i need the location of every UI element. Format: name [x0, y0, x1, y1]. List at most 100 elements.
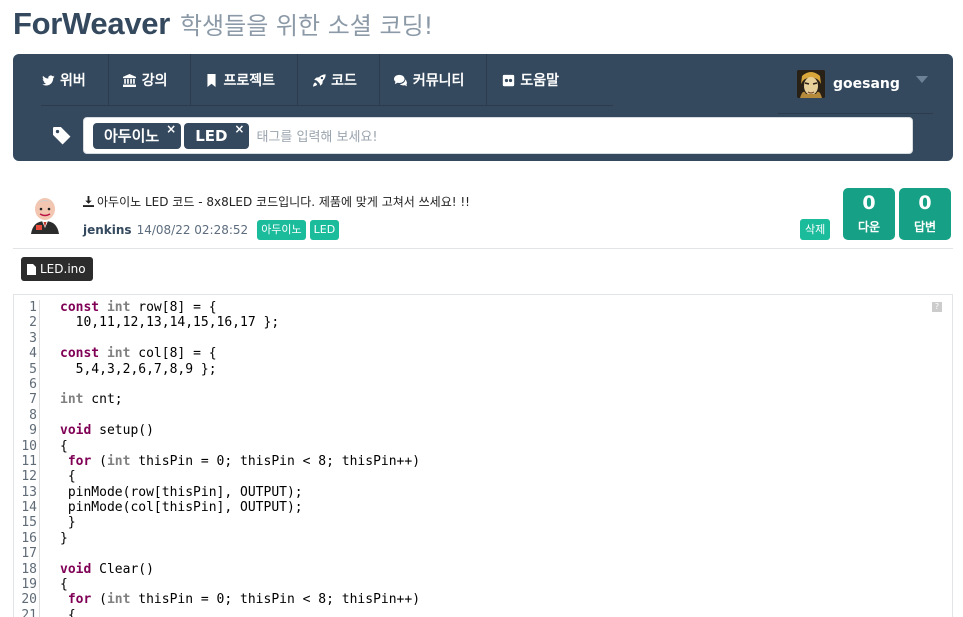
- author-avatar[interactable]: [27, 194, 63, 234]
- gutter-divider: [38, 530, 40, 547]
- comments-icon: [394, 73, 408, 87]
- code-token: int: [106, 592, 131, 608]
- code-help-button[interactable]: ?: [932, 302, 942, 312]
- nav-item-help[interactable]: 도움말: [501, 54, 599, 106]
- tag-chip-arduino: 아두이노 ×: [93, 122, 182, 149]
- tag-input-placeholder[interactable]: 태그를 입력해 보세요!: [256, 126, 377, 145]
- nav-item-lecture[interactable]: 강의: [123, 54, 191, 106]
- code-line: 1 const int row[8] = {: [14, 300, 420, 316]
- site-header: ForWeaver 학생들을 위한 소셜 코딩!: [13, 6, 433, 46]
- file-name: LED.ino: [40, 262, 86, 276]
- site-logo[interactable]: ForWeaver: [13, 6, 170, 42]
- code-text: const int col[8] = {: [60, 346, 217, 361]
- gutter-divider: [38, 592, 40, 608]
- file-tab[interactable]: LED.ino: [21, 257, 93, 281]
- code-line: 20 for (int thisPin = 0; thisPin < 8; th…: [14, 592, 420, 608]
- tag-remove-icon[interactable]: ×: [234, 123, 244, 135]
- code-line: 17: [14, 546, 420, 562]
- line-number: 15: [21, 515, 37, 531]
- code-text: 10,11,12,13,14,15,16,17 };: [60, 315, 280, 331]
- nav-item-community[interactable]: 커뮤니티: [394, 54, 488, 106]
- tag-chip-led: LED ×: [184, 122, 250, 149]
- code-token: const: [60, 346, 100, 362]
- line-number: 8: [29, 407, 37, 423]
- code-token: {: [60, 607, 76, 617]
- code-token: cnt;: [83, 392, 123, 408]
- gutter-divider: [38, 546, 40, 562]
- code-token: setup(): [91, 423, 154, 439]
- user-menu[interactable]: goesang: [778, 54, 933, 114]
- nav-item-project[interactable]: 프로젝트: [205, 54, 299, 106]
- nav-label-weaver: 위버: [60, 73, 86, 89]
- code-token: {: [60, 469, 76, 485]
- post-tag-badge[interactable]: 아두이노: [257, 220, 306, 240]
- flickr-icon: [501, 73, 515, 87]
- line-number: 7: [29, 392, 37, 408]
- code-line: 13 pinMode(row[thisPin], OUTPUT);: [14, 484, 420, 501]
- code-line: 5 5,4,3,2,6,7,8,9 };: [14, 361, 420, 377]
- reply-count-box[interactable]: 0 답변: [899, 188, 951, 240]
- tag-remove-icon[interactable]: ×: [166, 123, 176, 135]
- code-text: pinMode(row[thisPin], OUTPUT);: [60, 485, 303, 500]
- rocket-icon: [312, 73, 326, 87]
- site-tagline: 학생들을 위한 소셜 코딩!: [179, 12, 434, 40]
- code-viewer[interactable]: ? 1 const int row[8] = {2 10,11,12,13,14,…: [13, 294, 953, 617]
- institution-icon: [123, 73, 137, 87]
- gutter-divider: [38, 515, 40, 531]
- line-number: 10: [21, 438, 37, 454]
- gutter-divider: [38, 300, 40, 316]
- gutter-divider: [38, 577, 40, 593]
- code-token: pinMode(row[thisPin], OUTPUT);: [60, 484, 303, 500]
- reply-count: 0: [918, 192, 932, 214]
- code-text: int cnt;: [60, 392, 123, 407]
- gutter-divider: [38, 453, 40, 470]
- code-line: 8: [14, 407, 420, 424]
- code-token: }: [60, 515, 76, 531]
- code-line: 10 {: [14, 438, 420, 454]
- code-text: for (int thisPin = 0; thisPin < 8; thisP…: [60, 592, 420, 607]
- nav-label-code: 코드: [331, 73, 357, 89]
- code-token: (: [91, 453, 107, 469]
- code-token: int: [106, 453, 131, 469]
- nav-label-community: 커뮤니티: [412, 73, 465, 89]
- tag-search-input[interactable]: 아두이노 × LED × 태그를 입력해 보세요!: [83, 117, 913, 154]
- code-token: (: [91, 592, 107, 608]
- nav-item-weaver[interactable]: 위버: [41, 54, 109, 106]
- code-line: 4 const int col[8] = {: [14, 346, 420, 362]
- post-title: 아두이노 LED 코드 - 8x8LED 코드입니다. 제품에 맞게 고쳐서 쓰…: [83, 193, 470, 210]
- post-title-text: 아두이노 LED 코드 - 8x8LED 코드입니다. 제품에 맞게 고쳐서 쓰…: [97, 195, 470, 209]
- post-meta: jenkins 14/08/22 02:28:52 아두이노 LED: [83, 220, 340, 240]
- nav-item-code[interactable]: 코드: [312, 54, 380, 106]
- main-navbar: 위버 강의 프로젝트 코드 커뮤니티 도움말 goesang 아두이노 × LE…: [13, 54, 953, 161]
- code-token: 5,4,3,2,6,7,8,9 };: [60, 361, 217, 377]
- code-text: {: [60, 577, 68, 592]
- code-line: 21 {: [14, 607, 420, 617]
- post-author[interactable]: jenkins: [83, 223, 132, 237]
- caret-down-icon[interactable]: [915, 76, 928, 83]
- post-tag-badge[interactable]: LED: [309, 220, 340, 240]
- gutter-divider: [38, 484, 40, 501]
- code-line: 12 {: [14, 469, 420, 485]
- code-text: }: [60, 515, 76, 530]
- code-token: 10,11,12,13,14,15,16,17 };: [60, 315, 280, 331]
- line-number: 9: [29, 423, 37, 439]
- post-header: 아두이노 LED 코드 - 8x8LED 코드입니다. 제품에 맞게 고쳐서 쓰…: [13, 186, 953, 249]
- line-number: 12: [21, 469, 37, 485]
- code-text: {: [60, 439, 68, 454]
- line-number: 17: [21, 546, 37, 562]
- line-number: 21: [21, 607, 37, 617]
- tag-icon: [53, 127, 71, 145]
- line-number: 5: [29, 361, 37, 377]
- code-token: thisPin = 0; thisPin < 8; thisPin++): [130, 453, 421, 469]
- code-line: 15 }: [14, 515, 420, 531]
- download-count: 0: [862, 192, 876, 214]
- delete-button[interactable]: 삭제: [800, 219, 831, 240]
- code-lines: 1 const int row[8] = {2 10,11,12,13,14,15…: [14, 300, 420, 617]
- code-text: for (int thisPin = 0; thisPin < 8; thisP…: [60, 454, 420, 469]
- line-number: 6: [29, 376, 37, 392]
- download-count-box[interactable]: 0 다운: [843, 188, 895, 240]
- gutter-divider: [38, 561, 40, 578]
- code-line: 18 void Clear(): [14, 561, 420, 578]
